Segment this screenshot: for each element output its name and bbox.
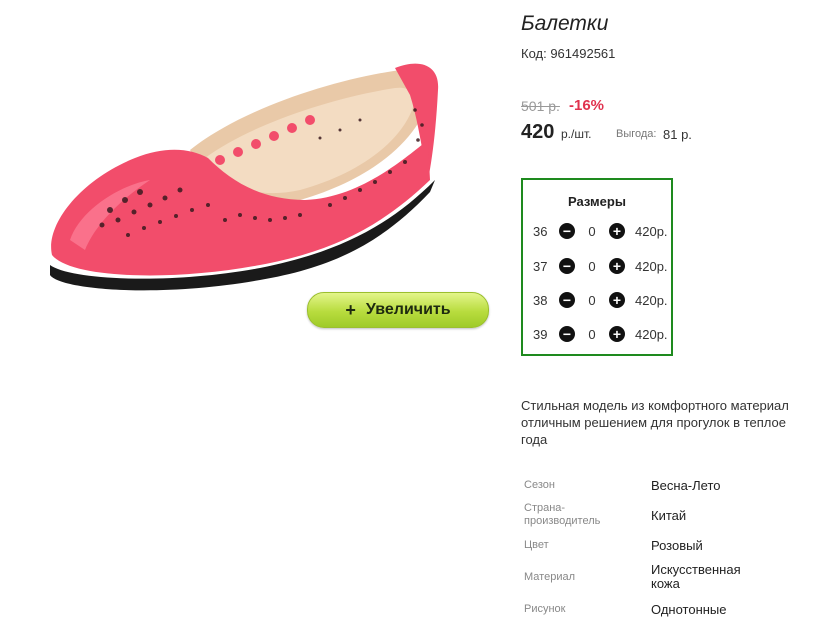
description-line: отличным решением для прогулок в теплое <box>521 415 786 430</box>
size-row: 39 − 0 + 420р. <box>533 324 668 344</box>
plus-icon[interactable]: + <box>609 292 625 308</box>
size-price: 420р. <box>635 326 668 342</box>
product-code: Код: 961492561 <box>521 46 616 61</box>
size-row: 38 − 0 + 420р. <box>533 290 668 310</box>
size-quantity: 0 <box>588 326 596 342</box>
discount-badge: -16% <box>569 97 605 114</box>
plus-icon: + <box>345 299 356 320</box>
sizes-title: Размеры <box>568 194 626 209</box>
size-label: 36 <box>533 223 548 239</box>
attr-label-country: Страна- производитель <box>524 502 600 528</box>
plus-icon[interactable]: + <box>609 223 625 239</box>
attr-value-country: Китай <box>651 508 687 523</box>
attr-label-pattern: Рисунок <box>524 603 566 615</box>
zoom-button[interactable]: + Увеличить <box>307 292 489 328</box>
attr-label-color: Цвет <box>524 539 549 551</box>
attr-value-line: Искусственная <box>651 562 741 577</box>
old-price: 501 р. <box>521 98 560 114</box>
size-row: 36 − 0 + 420р. <box>533 221 668 241</box>
plus-icon[interactable]: + <box>609 326 625 342</box>
minus-icon[interactable]: − <box>559 326 575 342</box>
minus-icon[interactable]: − <box>559 258 575 274</box>
attr-label-line: Страна- <box>524 502 566 514</box>
size-label: 38 <box>533 292 548 308</box>
zoom-button-label: Увеличить <box>365 301 451 318</box>
description-line: года <box>521 432 548 447</box>
attr-value-line: кожа <box>651 576 680 591</box>
attr-label-material: Материал <box>524 571 575 583</box>
plus-icon[interactable]: + <box>609 258 625 274</box>
size-row: 37 − 0 + 420р. <box>533 256 668 276</box>
product-image[interactable] <box>40 40 450 300</box>
minus-icon[interactable]: − <box>559 223 575 239</box>
size-quantity: 0 <box>588 292 596 308</box>
sizes-panel: Размеры 36 − 0 + 420р. 37 − 0 + 420р. 38… <box>521 178 673 356</box>
attr-value-color: Розовый <box>651 538 703 553</box>
price-unit: р./шт. <box>561 127 592 141</box>
minus-icon[interactable]: − <box>559 292 575 308</box>
saving-value: 81 р. <box>663 127 692 142</box>
attr-label-line: производитель <box>524 515 601 527</box>
size-label: 37 <box>533 258 548 274</box>
size-price: 420р. <box>635 258 668 274</box>
size-label: 39 <box>533 326 548 342</box>
saving-label: Выгода: <box>616 128 657 140</box>
current-price: 420 <box>521 121 555 143</box>
attr-value-season: Весна-Лето <box>651 478 721 493</box>
shoe-illustration <box>50 63 439 291</box>
attr-label-season: Сезон <box>524 479 555 491</box>
attr-value-pattern: Однотонные <box>651 602 727 617</box>
size-price: 420р. <box>635 292 668 308</box>
product-description: Стильная модель из комфортного материал … <box>521 397 816 448</box>
size-price: 420р. <box>635 223 668 239</box>
size-quantity: 0 <box>588 223 596 239</box>
product-title: Балетки <box>521 12 609 35</box>
description-line: Стильная модель из комфортного материал <box>521 398 789 413</box>
attr-value-material: Искусственная кожа <box>651 563 741 591</box>
size-quantity: 0 <box>588 258 596 274</box>
